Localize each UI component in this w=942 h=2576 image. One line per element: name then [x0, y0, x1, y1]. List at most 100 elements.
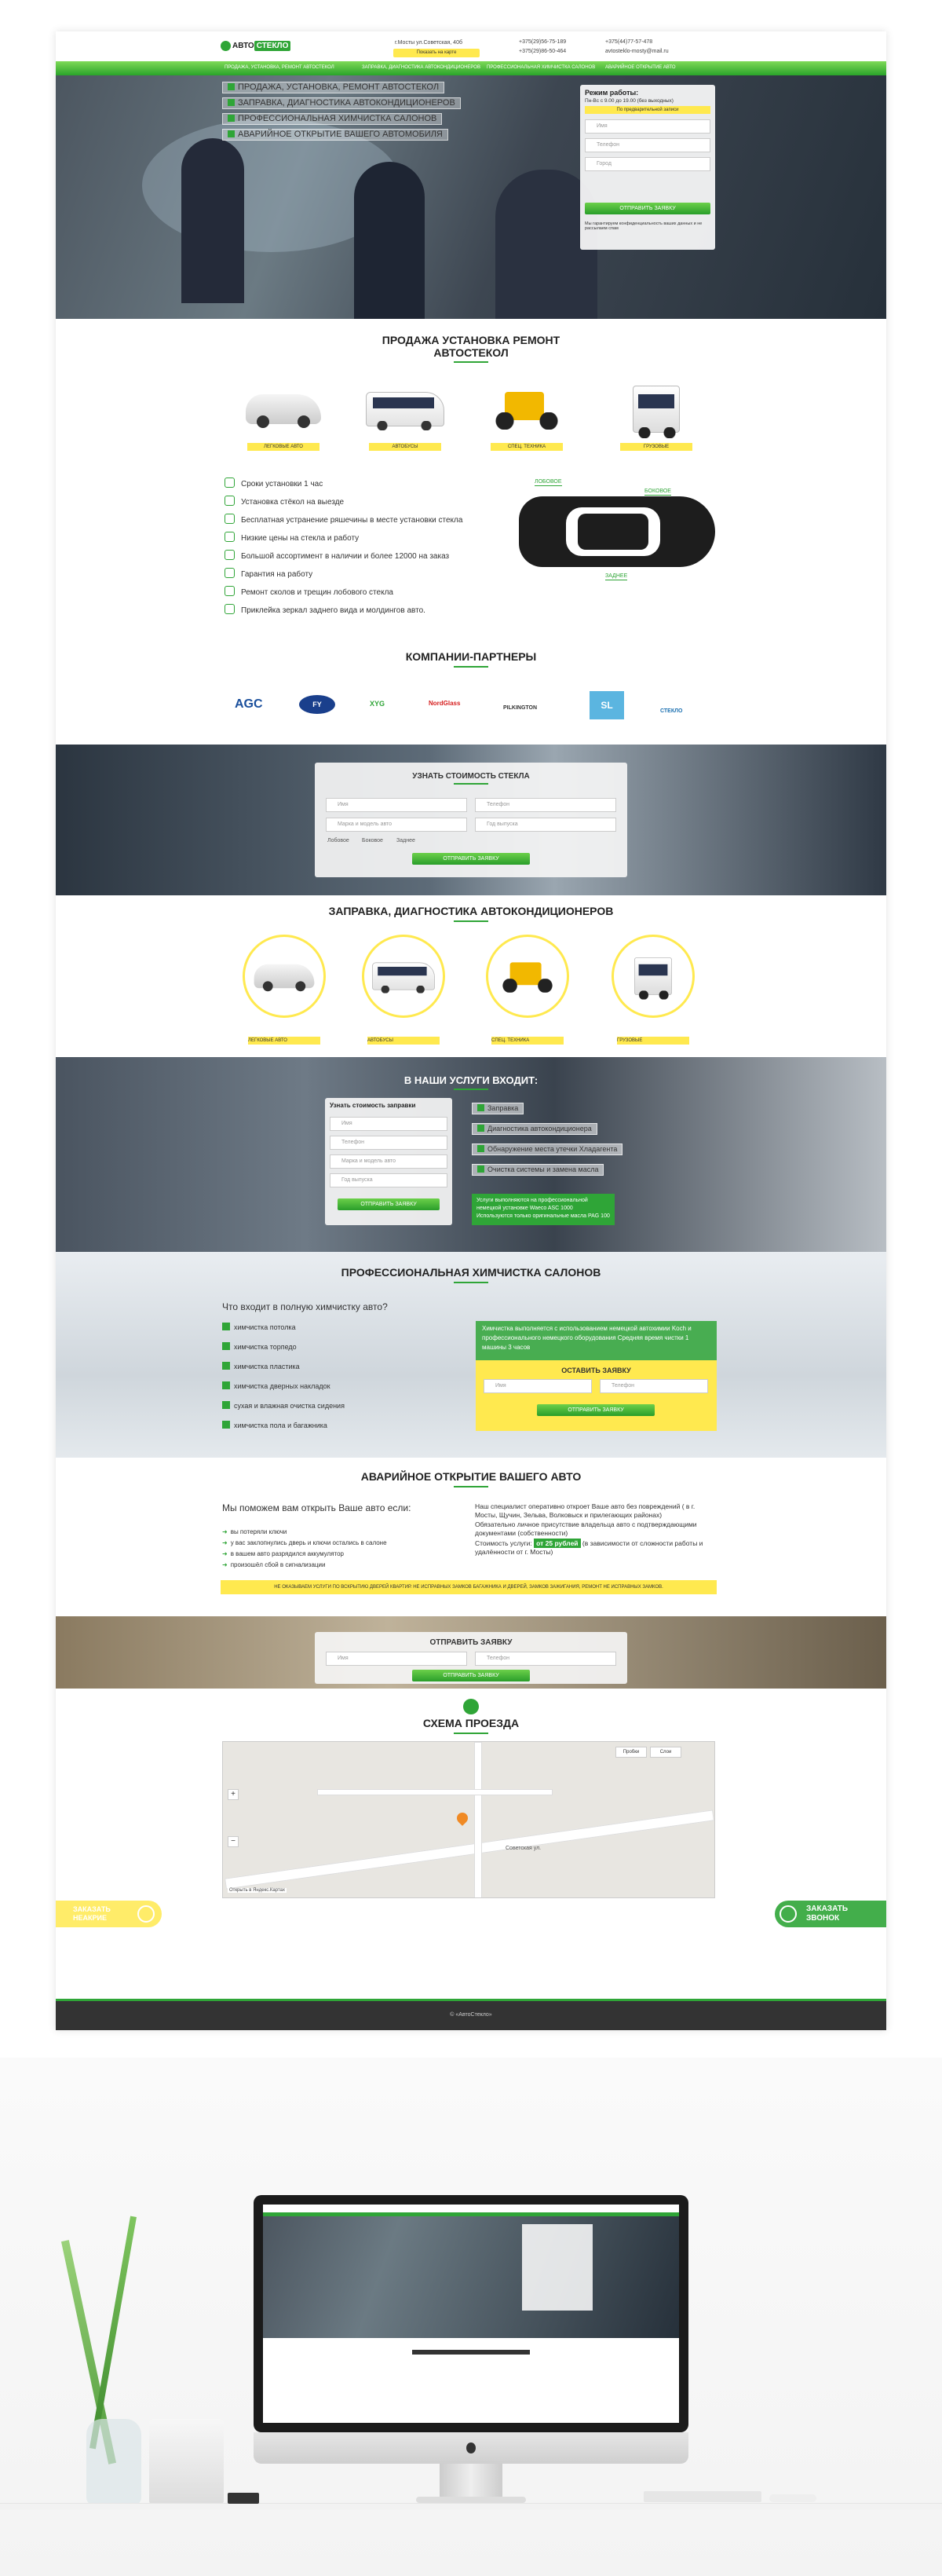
submit-button[interactable]: ОТПРАВИТЬ ЗАЯВКУ	[585, 203, 710, 214]
bus-icon	[366, 392, 444, 430]
tools-icon	[225, 514, 235, 524]
yandex-link[interactable]: Открыть в Яндекс.Картах	[228, 1888, 287, 1893]
callback-text-2: ЗВОНОК	[806, 1914, 840, 1923]
zoom-out-button[interactable]: −	[228, 1836, 239, 1847]
name-input[interactable]: Имя	[585, 119, 710, 134]
logo-text-b: СТЕКЛО	[254, 40, 291, 51]
nav-item-glass[interactable]: ПРОДАЖА, УСТАНОВКА, РЕМОНТ АВТОСТЕКОЛ	[225, 65, 334, 70]
partner-logo-sl: SL	[590, 691, 624, 719]
phone-input[interactable]: Телефон	[585, 138, 710, 152]
map-road	[474, 1742, 482, 1897]
nav-bar: ПРОДАЖА, УСТАНОВКА, РЕМОНТ АВТОСТЕКОЛ ЗА…	[56, 61, 886, 75]
car-model-input[interactable]: Марка и модель авто	[330, 1154, 447, 1169]
title-underline	[454, 1486, 488, 1487]
show-map-button[interactable]: Показать на карте	[393, 49, 480, 57]
vehicle-label: АВТОБУСЫ	[369, 443, 441, 451]
traffic-button[interactable]: Пробки	[615, 1747, 647, 1758]
vehicle-circle[interactable]	[243, 935, 326, 1018]
check-icon	[228, 130, 235, 137]
opening-text: у вас заклопнулись дверь и ключи осталис…	[230, 1539, 387, 1546]
form-title: ОСТАВИТЬ ЗАЯВКУ	[561, 1367, 631, 1374]
cleaning-text: сухая и влажная очистка сидения	[234, 1402, 345, 1410]
phone-1[interactable]: +375(29)56-75-189	[519, 39, 566, 45]
phone-input[interactable]: Телефон	[600, 1379, 708, 1393]
phone-input[interactable]: Телефон	[475, 798, 616, 812]
logo-text-a: АВТО	[232, 41, 254, 50]
mini-header	[263, 2205, 679, 2212]
cleaning-text: химчистка потолка	[234, 1323, 296, 1331]
logo-icon	[221, 40, 231, 51]
floating-order-text: ЗАКАЗАТЬ НЕАКРИЕ	[73, 1905, 111, 1922]
submit-button[interactable]: ОТПРАВИТЬ ЗАЯВКУ	[338, 1198, 440, 1210]
partner-logo-nordglass: NordGlass	[429, 700, 461, 707]
phone-input[interactable]: Телефон	[475, 1652, 616, 1666]
price-value: от 25 рублей	[534, 1539, 581, 1548]
mockup-stage: АВТО СТЕКЛО г.Мосты ул.Советская, 40б По…	[0, 0, 942, 2576]
logo[interactable]: АВТО СТЕКЛО	[221, 40, 291, 51]
name-input[interactable]: Имя	[484, 1379, 592, 1393]
truck-icon	[634, 957, 672, 1000]
feature-text: Приклейка зеркал заднего вида и молдинго…	[241, 606, 425, 615]
name-input[interactable]: Имя	[330, 1117, 447, 1131]
floating-order-button[interactable]: ЗАКАЗАТЬ НЕАКРИЕ	[56, 1901, 162, 1927]
service-item: Заправка	[472, 1103, 524, 1114]
vehicle-card[interactable]: СПЕЦ. ТЕХНИКА	[484, 381, 570, 452]
name-input[interactable]: Имя	[326, 798, 467, 812]
layers-button[interactable]: Слои	[650, 1747, 681, 1758]
feature-text: Большой ассортимент в наличии и более 12…	[241, 552, 450, 561]
hero-bullet: АВАРИЙНОЕ ОТКРЫТИЕ ВАШЕГО АВТОМОБИЛЯ	[222, 129, 448, 141]
nav-item-ac[interactable]: ЗАПРАВКА, ДИАГНОСТИКА АВТОКОНДИЦИОНЕРОВ	[362, 65, 480, 70]
submit-button[interactable]: ОТПРАВИТЬ ЗАЯВКУ	[537, 1404, 655, 1416]
option-rear[interactable]: Заднее	[396, 838, 415, 843]
map-road	[225, 1809, 714, 1890]
title-underline	[454, 1089, 488, 1090]
cleaning-question: Что входит в полную химчистку авто?	[222, 1301, 388, 1312]
name-input[interactable]: Имя	[326, 1652, 467, 1666]
map[interactable]: Советская ул. Пробки Слои + − Открыть в …	[222, 1741, 715, 1898]
car-model-input[interactable]: Марка и модель авто	[326, 818, 467, 832]
cleaning-section: ПРОФЕССИОНАЛЬНАЯ ХИМЧИСТКА САЛОНОВ Что в…	[56, 1252, 886, 1458]
opening-item: ➜ в вашем авто разрядился аккумулятор	[222, 1550, 344, 1557]
box-icon	[225, 550, 235, 560]
form-yellow-note: По предварительной записи	[585, 106, 710, 114]
year-input[interactable]: Год выпуска	[330, 1173, 447, 1187]
service-item: Обнаружение места утечки Хладагента	[472, 1143, 623, 1155]
vehicle-circle[interactable]	[612, 935, 695, 1018]
hero-worker-2	[354, 162, 425, 319]
footer: © «АвтоСтекло»	[56, 1999, 886, 2030]
vehicle-card[interactable]: ГРУЗОВЫЕ	[613, 381, 699, 452]
zoom-in-button[interactable]: +	[228, 1789, 239, 1800]
vehicle-card[interactable]: АВТОБУСЫ	[362, 381, 448, 452]
opening-text: произошёл сбой в сигнализации	[230, 1561, 326, 1568]
phone-2[interactable]: +375(29)86-50-464	[519, 49, 566, 54]
city-input[interactable]: Город	[585, 157, 710, 171]
vehicle-card[interactable]: ЛЕГКОВЫЕ АВТО	[240, 381, 327, 452]
vehicle-label: ГРУЗОВЫЕ	[617, 1037, 689, 1045]
apple-logo-icon	[466, 2442, 476, 2453]
opening-para-2: Обязательно личное присутствие владельца…	[475, 1520, 697, 1537]
arrow-icon: ➜	[222, 1550, 228, 1557]
title-underline	[454, 1282, 488, 1283]
floating-callback-button[interactable]: ЗАКАЗАТЬ ЗВОНОК	[775, 1901, 886, 1927]
section-title-2: АВТОСТЕКОЛ	[433, 346, 509, 359]
email-link[interactable]: avtosteklo-mosty@mail.ru	[605, 49, 669, 54]
monitor-screen	[263, 2205, 679, 2423]
option-windshield[interactable]: Лобовое	[327, 838, 349, 843]
nav-item-cleaning[interactable]: ПРОФЕССИОНАЛЬНАЯ ХИМЧИСТКА САЛОНОВ	[487, 65, 595, 70]
phone-input[interactable]: Телефон	[330, 1136, 447, 1150]
vehicle-circle[interactable]	[486, 935, 569, 1018]
trackpad	[769, 2494, 816, 2502]
submit-button[interactable]: ОТПРАВИТЬ ЗАЯВКУ	[412, 1670, 530, 1681]
phone-3[interactable]: +375(44)77-57-478	[605, 39, 652, 45]
submit-button[interactable]: ОТПРАВИТЬ ЗАЯВКУ	[412, 853, 530, 865]
feature-item: Сроки установки 1 час	[225, 478, 323, 488]
opening-question: Мы поможем вам открыть Ваше авто если:	[222, 1502, 411, 1513]
mini-hero	[263, 2216, 679, 2338]
map-marker-icon[interactable]	[455, 1810, 470, 1826]
feature-item: Большой ассортимент в наличии и более 12…	[225, 550, 449, 561]
check-icon	[477, 1145, 484, 1152]
year-input[interactable]: Год выпуска	[475, 818, 616, 832]
option-side[interactable]: Боковое	[362, 838, 383, 843]
nav-item-opening[interactable]: АВАРИЙНОЕ ОТКРЫТИЕ АВТО	[605, 65, 676, 70]
vehicle-circle[interactable]	[362, 935, 445, 1018]
